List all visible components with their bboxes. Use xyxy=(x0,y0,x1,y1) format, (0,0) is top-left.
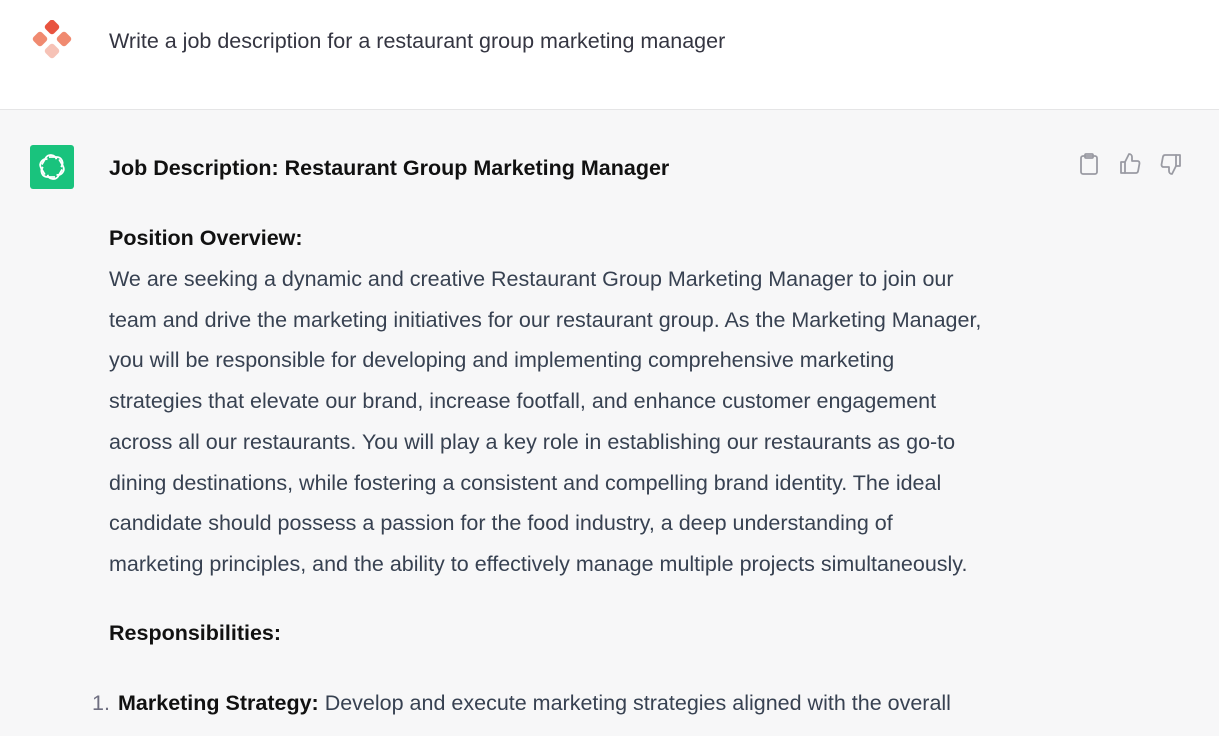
thumbs-up-icon xyxy=(1119,152,1140,174)
response-title: Job Description: Restaurant Group Market… xyxy=(109,156,670,180)
overview-line: candidate should possess a passion for t… xyxy=(109,511,893,536)
overview-heading: Position Overview: xyxy=(109,226,303,250)
user-avatar-diamonds-icon xyxy=(29,19,77,66)
list-item-text: Develop and execute marketing strategies… xyxy=(324,691,951,715)
overview-line: dining destinations, while fostering a c… xyxy=(109,470,942,495)
thumbs-up-button[interactable] xyxy=(1117,151,1142,176)
clipboard-icon xyxy=(1079,152,1098,175)
overview-line: We are seeking a dynamic and creative Re… xyxy=(109,267,954,291)
thumbs-down-icon xyxy=(1160,153,1181,175)
chat-page: Write a job description for a restaurant… xyxy=(0,0,1219,736)
assistant-message-row: Job Description: Restaurant Group Market… xyxy=(0,110,1219,736)
copy-button[interactable] xyxy=(1076,151,1101,176)
list-item-title: Marketing Strategy: xyxy=(118,691,319,715)
overview-line: marketing principles, and the ability to… xyxy=(109,551,968,576)
list-item: 1. Marketing Strategy: Develop and execut… xyxy=(92,689,1052,717)
overview-line: strategies that elevate our brand, incre… xyxy=(109,389,937,414)
openai-logo-icon xyxy=(30,145,74,189)
overview-line: you will be responsible for developing a… xyxy=(109,348,895,373)
responsibilities-heading: Responsibilities: xyxy=(109,621,282,645)
user-message-text: Write a job description for a restaurant… xyxy=(109,29,726,53)
overview-line: across all our restaurants. You will pla… xyxy=(109,429,956,454)
thumbs-down-button[interactable] xyxy=(1158,151,1183,176)
overview-line: team and drive the marketing initiatives… xyxy=(109,307,982,332)
user-message-row: Write a job description for a restaurant… xyxy=(0,0,1219,110)
list-number: 1. xyxy=(92,691,110,715)
message-actions xyxy=(1076,151,1183,176)
overview-paragraph: We are seeking a dynamic and creative Re… xyxy=(109,259,1064,585)
